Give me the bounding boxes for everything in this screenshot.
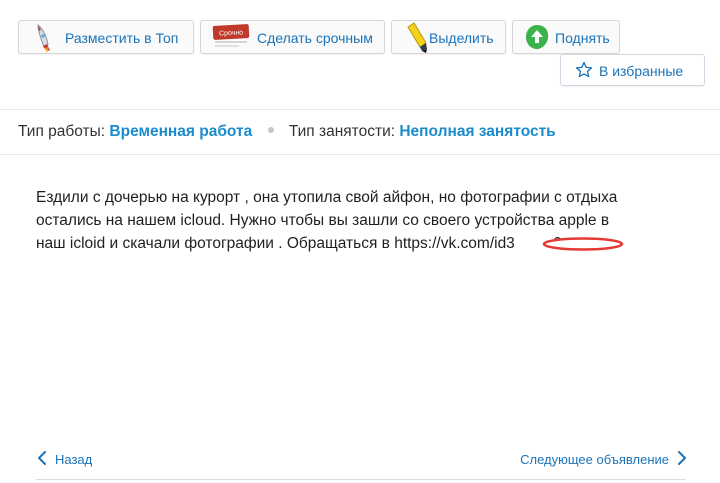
- back-label: Назад: [55, 452, 93, 467]
- chevron-right-icon: [676, 450, 688, 469]
- urgent-badge-text: Срочно: [219, 29, 244, 37]
- description-line: Ездили с дочерью на курорт , она утопила…: [36, 189, 618, 206]
- raise-label: Поднять: [555, 30, 610, 46]
- highlight-label: Выделить: [429, 30, 494, 46]
- ad-page: Разместить в Топ Срочно Сделать срочным: [0, 0, 720, 483]
- work-type-value: Временная работа: [109, 123, 253, 140]
- next-ad-label: Следующее объявление: [520, 452, 669, 467]
- star-icon: [575, 61, 593, 82]
- urgent-stamp-icon: Срочно: [211, 21, 253, 58]
- add-to-favorites-button[interactable]: В избранные: [560, 54, 705, 86]
- next-ad-link[interactable]: Следующее объявление: [520, 450, 688, 469]
- add-to-favorites-label: В избранные: [599, 63, 684, 79]
- job-type-info: Тип работы: Временная работа Тип занятос…: [0, 110, 720, 155]
- employment-type-label: Тип занятости:: [288, 123, 396, 140]
- make-urgent-label: Сделать срочным: [257, 30, 373, 46]
- employment-type-value: Неполная занятость: [399, 123, 556, 140]
- ad-actions-bar: Разместить в Топ Срочно Сделать срочным: [0, 0, 720, 110]
- raise-up-icon: [523, 21, 551, 58]
- description-text-before-redaction: наш icloid и скачали фотографии . Обраща…: [36, 235, 515, 252]
- job-type-line: Тип работы: Временная работа Тип занятос…: [18, 123, 556, 141]
- description-line: остались на нашем icloud. Нужно чтобы вы…: [36, 212, 610, 229]
- highlight-button[interactable]: Выделить: [391, 20, 506, 54]
- redaction-mark: [542, 237, 624, 251]
- raise-button[interactable]: Поднять: [512, 20, 620, 54]
- rocket-icon: [29, 21, 59, 58]
- place-in-top-button[interactable]: Разместить в Топ: [18, 20, 194, 54]
- place-in-top-label: Разместить в Топ: [65, 30, 179, 46]
- make-urgent-button[interactable]: Срочно Сделать срочным: [200, 20, 385, 54]
- separator-dot: [267, 127, 274, 134]
- chevron-left-icon: [36, 450, 48, 469]
- back-link[interactable]: Назад: [36, 450, 92, 469]
- work-type-label: Тип работы:: [18, 123, 106, 140]
- bottom-divider: [36, 479, 686, 480]
- highlighter-icon: [402, 21, 430, 58]
